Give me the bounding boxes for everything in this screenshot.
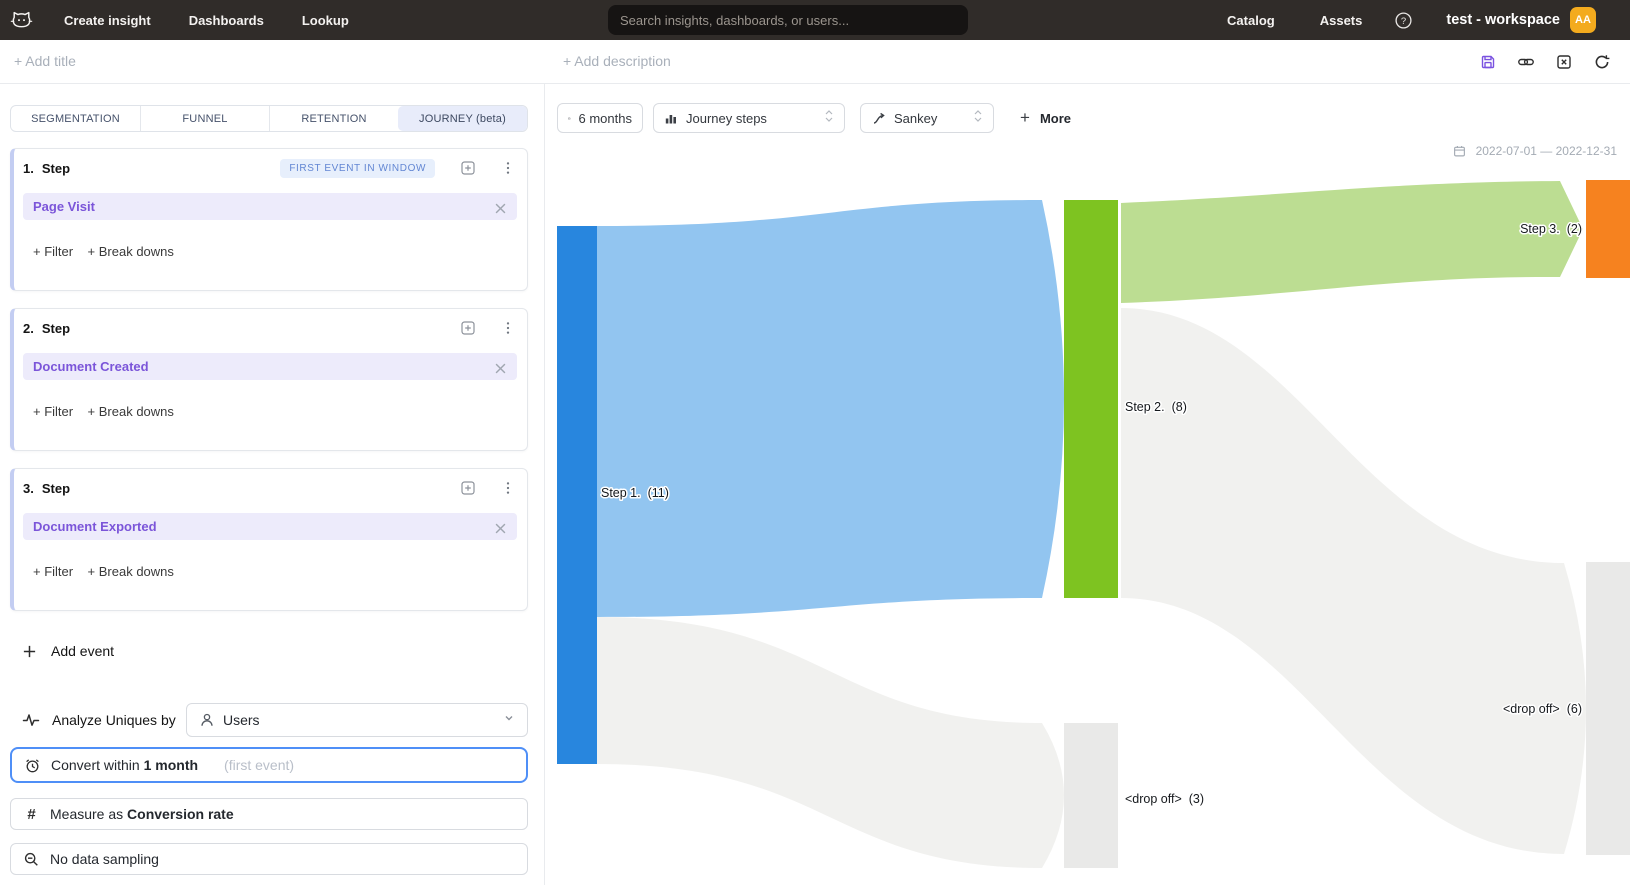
add-breakdown-link[interactable]: + Break downs (88, 564, 174, 579)
step-title: Step (42, 481, 70, 496)
insight-header-bar: + Add title + Add description (0, 40, 1630, 84)
add-event-label: Add event (51, 643, 114, 659)
first-event-badge: FIRST EVENT IN WINDOW (280, 159, 435, 178)
add-step-icon[interactable] (459, 319, 477, 337)
add-step-icon[interactable] (459, 159, 477, 177)
tab-retention[interactable]: RETENTION (269, 106, 398, 131)
remove-event-icon[interactable] (495, 521, 507, 533)
step-menu-kebab-icon[interactable] (499, 479, 517, 497)
node-label-dropoff-after-step2: <drop off>(6) (1503, 702, 1582, 716)
data-sampling-label: No data sampling (50, 851, 159, 867)
node-label-step2: Step 2.(8) (1125, 400, 1187, 414)
nav-assets[interactable]: Assets (1320, 13, 1363, 28)
tab-segmentation[interactable]: SEGMENTATION (11, 106, 140, 131)
add-description-button[interactable]: + Add description (563, 53, 671, 69)
analyze-by-value: Users (223, 712, 260, 728)
tab-journey[interactable]: JOURNEY (beta) (398, 106, 527, 131)
zoom-out-icon (23, 851, 40, 868)
nav-create-insight[interactable]: Create insight (64, 13, 151, 28)
alarm-clock-icon (24, 757, 41, 774)
add-step-icon[interactable] (459, 479, 477, 497)
plus-icon (22, 644, 37, 659)
add-breakdown-link[interactable]: + Break downs (88, 404, 174, 419)
insight-builder-panel: SEGMENTATION FUNNEL RETENTION JOURNEY (b… (0, 84, 545, 885)
step-menu-kebab-icon[interactable] (499, 159, 517, 177)
person-icon (199, 712, 215, 728)
event-name: Document Created (33, 359, 149, 374)
step-title: Step (42, 321, 70, 336)
node-step1[interactable] (557, 226, 597, 764)
svg-text:?: ? (1401, 16, 1406, 27)
step-card-2: 2. Step Document Created (10, 308, 528, 451)
step-number: 3. (23, 481, 34, 496)
analyze-by-select[interactable]: Users (186, 703, 528, 737)
step-number: 1. (23, 161, 34, 176)
add-event-button[interactable]: Add event (22, 636, 114, 666)
node-label-dropoff-after-step1: <drop off>(3) (1125, 792, 1204, 806)
node-step3[interactable] (1586, 180, 1630, 278)
nav-catalog[interactable]: Catalog (1227, 13, 1275, 28)
data-sampling-control[interactable]: No data sampling (10, 843, 528, 875)
chevron-down-icon (503, 711, 515, 729)
tab-funnel[interactable]: FUNNEL (140, 106, 269, 131)
activity-pulse-icon (22, 711, 40, 729)
nav-lookup[interactable]: Lookup (302, 13, 349, 28)
node-step2[interactable] (1064, 200, 1118, 598)
remove-event-icon[interactable] (495, 201, 507, 213)
top-navigation-bar: Create insight Dashboards Lookup Catalog… (0, 0, 1630, 40)
flow-step1-dropoff[interactable] (597, 617, 1064, 868)
copy-link-icon[interactable] (1517, 53, 1535, 71)
add-breakdown-link[interactable]: + Break downs (88, 244, 174, 259)
step-number: 2. (23, 321, 34, 336)
event-select[interactable]: Document Created (23, 353, 517, 380)
insight-type-tabs: SEGMENTATION FUNNEL RETENTION JOURNEY (b… (10, 105, 528, 132)
node-dropoff-after-step1[interactable] (1064, 723, 1118, 868)
step-menu-kebab-icon[interactable] (499, 319, 517, 337)
app-logo-cat-icon[interactable] (8, 7, 34, 33)
add-filter-link[interactable]: + Filter (33, 404, 73, 419)
close-insight-icon[interactable] (1555, 53, 1573, 71)
event-name: Document Exported (33, 519, 157, 534)
save-icon[interactable] (1479, 53, 1497, 71)
main-menu: Create insight Dashboards Lookup (64, 13, 349, 28)
chart-panel: 6 months Journey steps Sankey + More (546, 84, 1630, 885)
flow-step2-dropoff[interactable] (1121, 308, 1586, 854)
add-filter-link[interactable]: + Filter (33, 564, 73, 579)
conversion-window-control[interactable]: Convert within 1 month (first event) (10, 747, 528, 783)
node-label-step1: Step 1.(11) (601, 486, 669, 500)
avatar[interactable]: AA (1570, 7, 1596, 33)
insight-actions (1479, 40, 1611, 84)
step-card-3: 3. Step Document Exported (10, 468, 528, 611)
conversion-window-hint: (first event) (224, 757, 294, 773)
add-filter-link[interactable]: + Filter (33, 244, 73, 259)
flow-step2-step3[interactable] (1121, 181, 1583, 303)
help-icon[interactable]: ? (1394, 11, 1412, 29)
hash-icon: # (23, 806, 40, 823)
workspace-menu[interactable]: test - workspace (1446, 12, 1560, 28)
event-name: Page Visit (33, 199, 95, 214)
conversion-window-label: Convert within 1 month (51, 757, 198, 773)
node-label-step3: Step 3.(2) (1520, 222, 1582, 236)
flow-step1-step2[interactable] (597, 200, 1064, 617)
topnav-right-group: Catalog Assets ? test - workspace AA (1227, 0, 1630, 40)
measure-as-label: Measure as Conversion rate (50, 806, 234, 822)
nav-dashboards[interactable]: Dashboards (189, 13, 264, 28)
analyze-uniques-row: Analyze Uniques by Users (10, 703, 528, 737)
analyze-uniques-label: Analyze Uniques by (52, 712, 176, 728)
add-title-button[interactable]: + Add title (14, 53, 76, 69)
step-card-1: 1. Step FIRST EVENT IN WINDOW Page Visit (10, 148, 528, 291)
search-input[interactable] (608, 5, 968, 35)
refresh-icon[interactable] (1593, 53, 1611, 71)
event-select[interactable]: Page Visit (23, 193, 517, 220)
node-dropoff-after-step2[interactable] (1586, 562, 1630, 855)
sankey-chart: Step 1.(11) Step 2.(8) Step 3.(2) <drop … (546, 84, 1630, 885)
measure-as-control[interactable]: # Measure as Conversion rate (10, 798, 528, 830)
step-title: Step (42, 161, 70, 176)
remove-event-icon[interactable] (495, 361, 507, 373)
event-select[interactable]: Document Exported (23, 513, 517, 540)
